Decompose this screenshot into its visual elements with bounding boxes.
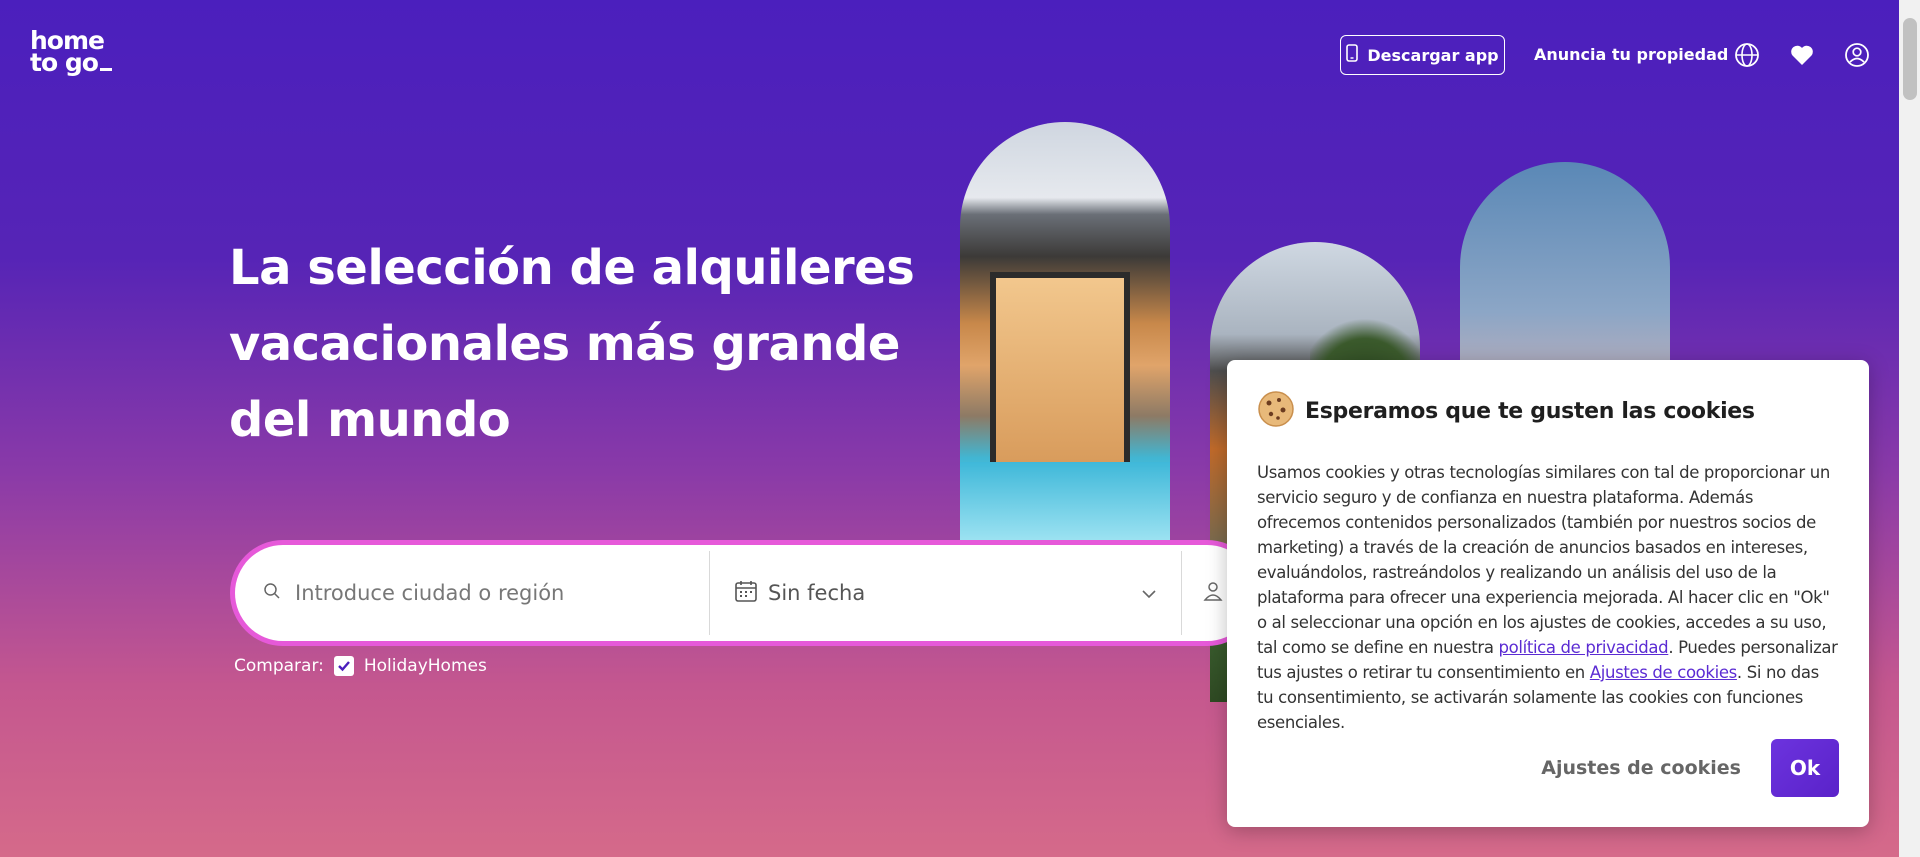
cookie-text: Usamos cookies y otras tecnologías simil… (1257, 460, 1839, 735)
city-input[interactable] (295, 581, 675, 605)
phone-icon (1346, 44, 1359, 66)
search-bar: Sin fecha (230, 540, 1260, 646)
chevron-down-icon (1141, 584, 1157, 603)
villa-window (990, 272, 1130, 472)
cookie-settings-button[interactable]: Ajustes de cookies (1541, 757, 1741, 779)
download-app-button[interactable]: Descargar app (1340, 35, 1505, 75)
city-field[interactable] (235, 551, 710, 635)
download-app-label: Descargar app (1367, 45, 1499, 65)
pool (960, 462, 1170, 542)
cookie-settings-link[interactable]: Ajustes de cookies (1590, 663, 1737, 682)
user-icon[interactable] (1844, 42, 1870, 68)
date-field[interactable]: Sin fecha (710, 551, 1182, 635)
cookie-icon (1257, 390, 1295, 432)
heart-icon[interactable] (1789, 42, 1815, 68)
guests-icon (1202, 580, 1224, 606)
search-icon (263, 582, 281, 604)
cookie-dialog: Esperamos que te gusten las cookies Usam… (1227, 360, 1869, 827)
compare-label: Comparar: (234, 656, 324, 676)
cookie-ok-button[interactable]: Ok (1771, 739, 1839, 797)
hero-image-villa-pool (960, 122, 1170, 542)
logo-cursor (99, 68, 112, 71)
holidayhomes-checkbox[interactable] (333, 656, 354, 676)
calendar-icon (734, 579, 758, 607)
cookie-text-part1: Usamos cookies y otras tecnologías simil… (1257, 463, 1830, 657)
privacy-policy-link[interactable]: política de privacidad (1498, 638, 1668, 657)
guests-field[interactable] (1182, 551, 1224, 635)
hero-title: La selección de alquileres vacacionales … (229, 240, 915, 448)
checkmark-icon (338, 661, 350, 672)
cookie-title: Esperamos que te gusten las cookies (1305, 398, 1755, 424)
list-property-link[interactable]: Anuncia tu propiedad (1534, 45, 1728, 64)
holidayhomes-label[interactable]: HolidayHomes (364, 656, 487, 676)
date-value: Sin fecha (768, 581, 866, 605)
page-scrollbar[interactable] (1899, 0, 1920, 857)
logo-line-2: to go (30, 48, 99, 77)
scrollbar-thumb[interactable] (1903, 18, 1917, 100)
compare-row: Comparar: HolidayHomes (234, 656, 487, 676)
hometogo-logo[interactable]: home to go (30, 28, 126, 80)
globe-icon[interactable] (1734, 42, 1760, 68)
